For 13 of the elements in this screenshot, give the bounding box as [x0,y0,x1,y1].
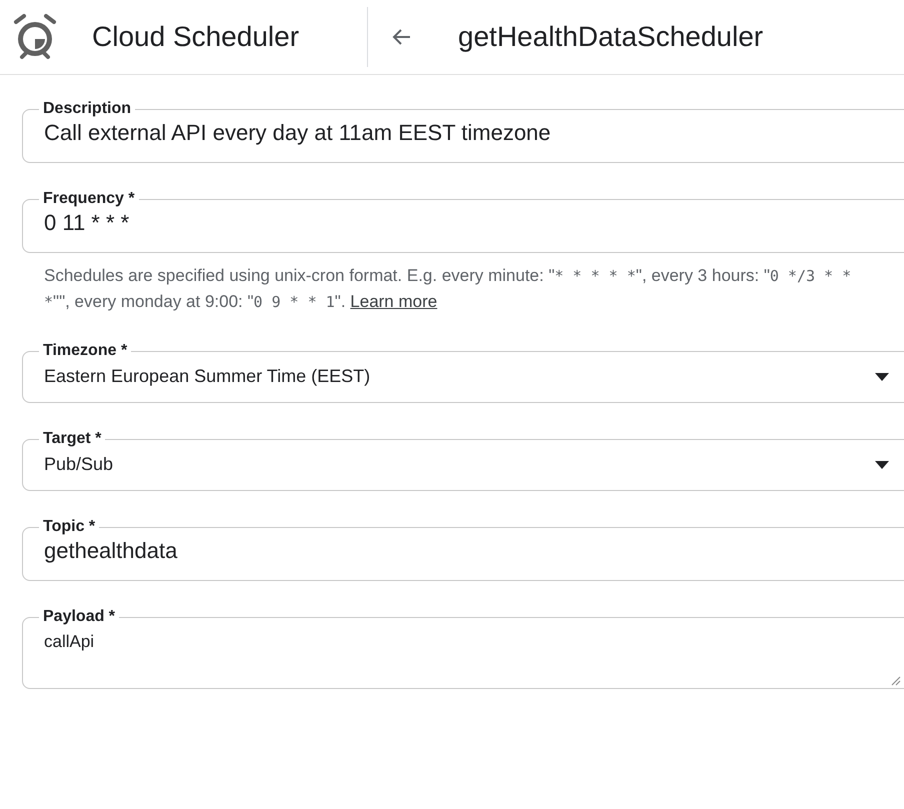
textarea-field[interactable]: Payload * callApi [22,607,904,689]
caret-icon [875,460,889,468]
dropdown-field[interactable]: Timezone * Eastern European Summer Time (EEST) [22,341,904,403]
app-title: Cloud Scheduler [92,20,300,54]
input-field[interactable]: Topic * gethealthdata [22,517,904,581]
dropdown-field[interactable]: Target * Pub/Sub [22,429,904,491]
input-field[interactable]: Description Call external API every day at 11am EEST timezone [22,99,904,163]
frequency-help-text: Schedules are specified using unix-cron format. E.g. every minute: "* * * * *", every 3 hours: "0 */3 * * *"", every monday at 9:00: "0 9 * * 1". Learn more [44,265,852,313]
resize-handle-icon[interactable] [891,676,901,686]
input-field[interactable]: Frequency * 0 11 * * * [22,189,904,253]
page-title: getHealthDataScheduler [458,20,764,54]
caret-icon [875,372,889,380]
learn-more-link[interactable]: Learn more [350,292,438,311]
